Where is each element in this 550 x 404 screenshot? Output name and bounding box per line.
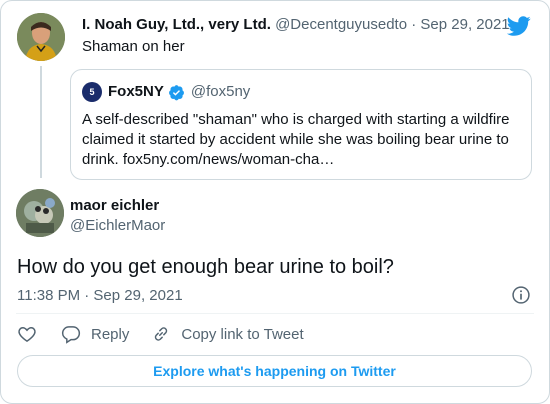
- main-tweet-text: How do you get enough bear urine to boil…: [17, 256, 394, 278]
- quoted-tweet[interactable]: 5 Fox5NY @fox5ny A self-described "shama…: [70, 69, 532, 180]
- explore-twitter-button[interactable]: Explore what's happening on Twitter: [17, 355, 532, 387]
- parent-avatar[interactable]: [17, 13, 65, 61]
- quote-text: A self-described "shaman" who is charged…: [82, 111, 510, 168]
- reply-label: Reply: [91, 325, 130, 343]
- info-icon[interactable]: [511, 285, 531, 305]
- main-author-handle[interactable]: @EichlerMaor: [70, 217, 165, 235]
- parent-date[interactable]: Sep 29, 2021: [420, 16, 509, 33]
- quote-author-handle: @fox5ny: [190, 83, 251, 100]
- like-button[interactable]: [17, 323, 37, 345]
- quote-author-name: Fox5NY: [108, 83, 164, 100]
- copy-link-label: Copy link to Tweet: [181, 325, 304, 343]
- thread-line: [40, 66, 42, 178]
- parent-header: I. Noah Guy, Ltd., very Ltd. @Decentguyu…: [82, 16, 510, 34]
- link-icon: [155, 327, 168, 341]
- meta-separator: ·: [411, 16, 417, 33]
- fox5-logo: 5: [82, 82, 102, 102]
- parent-author-handle[interactable]: @Decentguyusedto: [275, 16, 407, 33]
- main-avatar[interactable]: [16, 189, 64, 237]
- parent-author-name[interactable]: I. Noah Guy, Ltd., very Ltd.: [82, 16, 271, 33]
- parent-tweet-text: Shaman on her: [82, 38, 185, 55]
- divider: [16, 313, 534, 314]
- action-bar: Reply Copy link to Tweet: [17, 323, 326, 345]
- heart-icon: [18, 326, 36, 342]
- twitter-logo-icon[interactable]: [507, 14, 531, 38]
- copy-link-button[interactable]: Copy link to Tweet: [151, 323, 304, 345]
- main-author-name[interactable]: maor eichler: [70, 197, 159, 215]
- tweet-timestamp[interactable]: 11:38 PM · Sep 29, 2021: [17, 287, 183, 305]
- verified-icon: [168, 84, 184, 100]
- reply-button[interactable]: Reply: [61, 323, 129, 345]
- reply-icon: [61, 326, 81, 344]
